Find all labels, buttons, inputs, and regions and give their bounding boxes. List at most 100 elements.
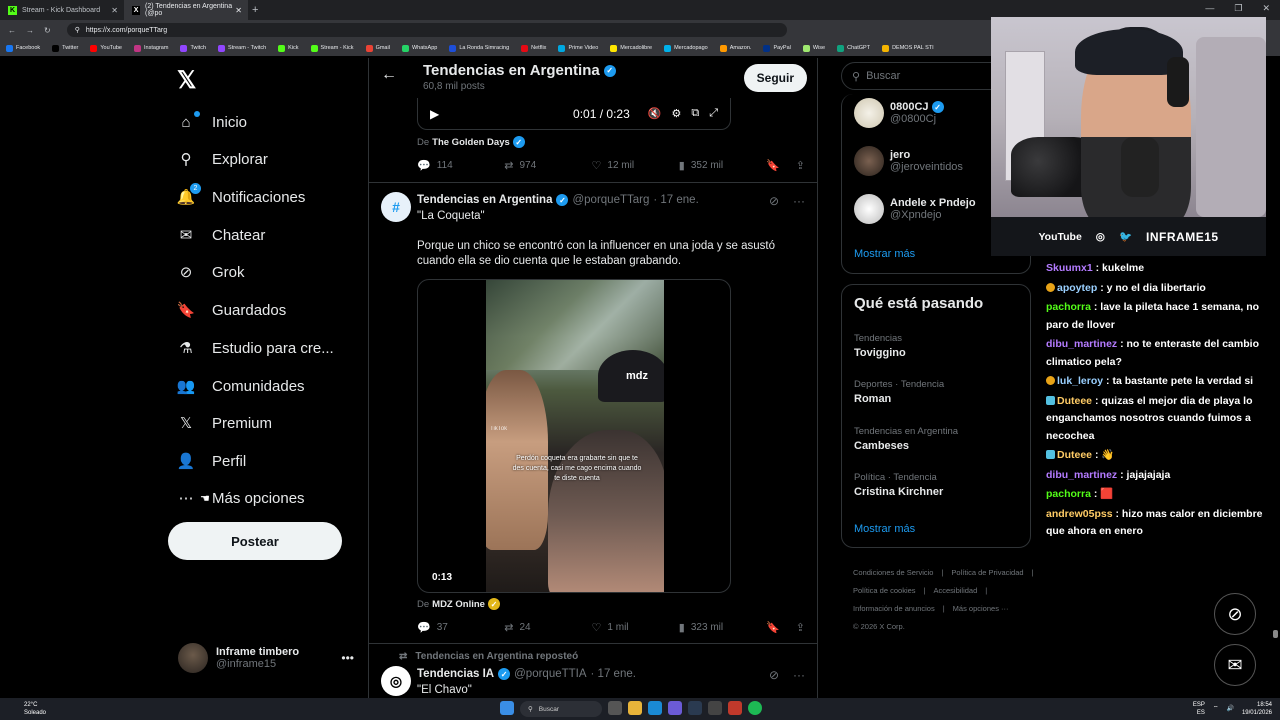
chat-username[interactable]: pachorra	[1046, 488, 1091, 500]
mute-icon[interactable]: 🔇	[648, 107, 662, 120]
trend-item[interactable]: Tendencias en Argentina Cambeses	[854, 426, 958, 452]
scrollbar[interactable]	[1273, 58, 1278, 698]
author-handle[interactable]: @porqueTTarg	[572, 194, 649, 206]
show-more-link[interactable]: Mostrar más	[854, 523, 915, 535]
tweet-date[interactable]: · 17 ene.	[591, 668, 636, 680]
lang[interactable]: ESP	[1193, 701, 1205, 709]
close-tab-icon[interactable]: ✕	[111, 6, 118, 15]
bookmark-item[interactable]: Stream - Kick	[310, 44, 354, 52]
suggested-account[interactable]: jero @jeroveintidos	[854, 146, 963, 176]
bookmark-item[interactable]: Gmail	[365, 44, 390, 52]
footer-link[interactable]: Accesibilidad	[934, 586, 978, 595]
nav-item-perfil[interactable]: 👤 Perfil	[176, 449, 247, 473]
tweet-date[interactable]: · 17 ene.	[653, 194, 698, 206]
repost-label[interactable]: Tendencias en Argentina reposteó	[415, 651, 578, 662]
like-button[interactable]: ♡ 12 mil	[592, 159, 679, 172]
chat-username[interactable]: andrew05pss	[1046, 508, 1113, 520]
obs-icon[interactable]	[708, 701, 722, 715]
footer-link[interactable]: © 2026 X Corp.	[853, 622, 905, 631]
bookmark-item[interactable]: ChatGPT	[837, 44, 870, 52]
taskbar-search[interactable]: ⚲ Buscar	[520, 701, 602, 717]
nav-item-guardados[interactable]: 🔖 Guardados	[176, 298, 287, 322]
source-name[interactable]: MDZ Online	[432, 599, 485, 610]
avatar[interactable]: ◎	[381, 666, 411, 696]
site-info-icon[interactable]: ⚲	[75, 26, 80, 34]
repost-button[interactable]: ⇄ 24	[504, 621, 591, 634]
browser-tab-x[interactable]: X (2) Tendencias en Argentina (@po ✕	[124, 0, 248, 20]
steam-icon[interactable]	[688, 701, 702, 715]
bookmark-item[interactable]: Twitch	[180, 44, 206, 52]
nav-item-premium[interactable]: 𝕏 Premium	[176, 411, 272, 435]
share-icon[interactable]: ⇪	[796, 159, 805, 172]
footer-link[interactable]: Condiciones de Servicio	[853, 568, 933, 577]
bookmark-item[interactable]: Facebook	[6, 44, 40, 52]
play-icon[interactable]: ▶	[430, 107, 439, 121]
bookmark-item[interactable]: Instagram	[133, 44, 168, 52]
bookmark-item[interactable]: PayPal	[763, 44, 791, 52]
bookmark-item[interactable]: Mercadopago	[664, 44, 708, 52]
tweet-video[interactable]: mdz TikTok Perdón coqueta era grabarte s…	[417, 279, 731, 593]
bookmark-item[interactable]: Twitter	[52, 44, 78, 52]
trend-item[interactable]: Política · Tendencia Cristina Kirchner	[854, 472, 943, 498]
bookmark-item[interactable]: Amazon.	[719, 44, 751, 52]
footer-link[interactable]: Información de anuncios	[853, 604, 935, 613]
nav-item-chatear[interactable]: ✉ Chatear	[176, 223, 266, 247]
nav-item-comunidades[interactable]: 👥 Comunidades	[176, 374, 305, 398]
chat-username[interactable]: luk_leroy	[1057, 375, 1103, 387]
url-field[interactable]: ⚲ https://x.com/porqueTTarg	[66, 23, 787, 37]
settings-gear-icon[interactable]: ⚙	[671, 107, 681, 120]
trend-item[interactable]: Deportes · Tendencia Roman	[854, 379, 944, 405]
explorer-icon[interactable]	[628, 701, 642, 715]
show-more-link[interactable]: Mostrar más	[854, 248, 915, 260]
avatar[interactable]: #	[381, 192, 411, 222]
bookmark-item[interactable]: Stream - Twitch	[218, 44, 266, 52]
repost-button[interactable]: ⇄ 974	[504, 159, 591, 172]
fullscreen-icon[interactable]: ⤢	[709, 107, 718, 120]
wifi-icon[interactable]: ⌔	[1213, 705, 1219, 713]
follow-button[interactable]: Seguir	[743, 64, 807, 92]
nav-item-inicio[interactable]: ⌂ Inicio	[176, 110, 247, 134]
nav-item-grok[interactable]: ⊘ Grok	[176, 260, 245, 284]
messages-fab-icon[interactable]: ✉	[1214, 644, 1256, 686]
bookmark-item[interactable]: WhatsApp	[401, 44, 437, 52]
author-name[interactable]: Tendencias IA	[417, 668, 494, 680]
views-button[interactable]: ▮ 352 mil	[679, 159, 766, 172]
chat-username[interactable]: pachorra	[1046, 301, 1091, 313]
edge-icon[interactable]	[648, 701, 662, 715]
bookmark-item[interactable]: Prime Video	[558, 44, 598, 52]
nav-item-estudio-para-cre[interactable]: ⚗ Estudio para cre...	[176, 336, 333, 360]
more-horizontal-icon[interactable]: ···	[793, 194, 805, 208]
volume-icon[interactable]: 🔊	[1226, 705, 1233, 713]
bookmark-item[interactable]: Wise	[802, 44, 825, 52]
clock-time[interactable]: 18:54	[1242, 701, 1272, 709]
bookmark-item[interactable]: La Ronda Simracing	[449, 44, 509, 52]
reload-icon[interactable]: ↻	[44, 26, 51, 35]
chat-username[interactable]: Duteee	[1057, 395, 1092, 407]
chat-username[interactable]: apoytep	[1057, 282, 1097, 294]
chat-username[interactable]: Duteee	[1057, 449, 1092, 461]
post-button[interactable]: Postear	[168, 522, 342, 560]
author-name[interactable]: Tendencias en Argentina	[417, 194, 552, 206]
app-icon[interactable]	[728, 701, 742, 715]
grok-fab-icon[interactable]: ⊘	[1214, 593, 1256, 635]
task-view-icon[interactable]	[608, 701, 622, 715]
reply-button[interactable]: 💬 37	[417, 621, 504, 634]
bookmark-item[interactable]: Kick	[278, 44, 299, 52]
nav-item-explorar[interactable]: ⚲ Explorar	[176, 147, 268, 171]
close-window-icon[interactable]: ✕	[1262, 3, 1270, 14]
bookmark-item[interactable]: YouTube	[90, 44, 122, 52]
more-horizontal-icon[interactable]: ···	[793, 668, 805, 682]
author-handle[interactable]: @porqueTTIA	[514, 668, 586, 680]
bookmark-icon[interactable]: 🔖	[766, 621, 780, 634]
maximize-icon[interactable]: ❐	[1234, 3, 1242, 14]
chat-username[interactable]: Skuumx1	[1046, 262, 1093, 274]
weather-widget[interactable]: 22°C Soleado	[24, 701, 46, 717]
footer-link[interactable]: Más opciones ···	[953, 604, 1009, 613]
share-icon[interactable]: ⇪	[796, 621, 805, 634]
grok-icon[interactable]: ⊘	[769, 194, 779, 208]
views-button[interactable]: ▮ 323 mil	[679, 621, 766, 634]
scroll-thumb[interactable]	[1273, 630, 1278, 638]
back-icon[interactable]: ←	[8, 26, 16, 35]
forward-icon[interactable]: →	[26, 26, 34, 35]
pip-icon[interactable]: ⧉	[691, 107, 699, 120]
